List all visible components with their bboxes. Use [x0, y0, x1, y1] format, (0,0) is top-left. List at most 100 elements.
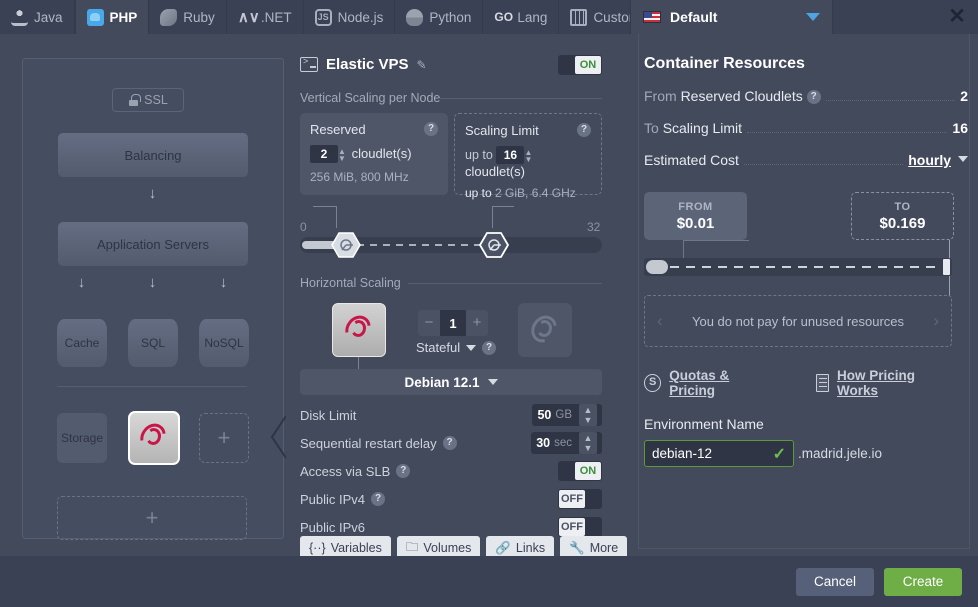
- arrow-down-icon: ↓: [148, 185, 157, 202]
- slider-handle-reserved[interactable]: [331, 232, 361, 258]
- option-value: 50: [537, 408, 552, 422]
- help-icon[interactable]: ?: [442, 436, 457, 450]
- node-count-value: 1: [449, 315, 457, 331]
- os-version-label: Debian 12.1: [404, 374, 480, 390]
- help-icon[interactable]: ?: [371, 492, 386, 506]
- disk-limit-stepper[interactable]: 50 GB ▲ ▼: [532, 404, 602, 426]
- scaling-limit-card[interactable]: Scaling Limit ? up to 16 ▲ ▼ cloudlet(s) u…: [454, 113, 602, 200]
- quotas-and-pricing-link[interactable]: S Quotas & Pricing: [644, 368, 774, 398]
- node-instance-placeholder[interactable]: [518, 303, 572, 357]
- option-public-ipv4[interactable]: Public IPv4 ? OFF: [300, 486, 602, 512]
- option-restart-delay[interactable]: Sequential restart delay ? 30 sec ▲ ▼: [300, 430, 602, 456]
- debian-logo-icon: [526, 310, 562, 348]
- document-icon: [815, 374, 830, 392]
- option-disk-limit[interactable]: Disk Limit 50 GB ▲ ▼: [300, 402, 602, 428]
- reserved-value-row[interactable]: 2 ▲ ▼ cloudlet(s): [310, 145, 438, 163]
- region-tab-default[interactable]: Default: [630, 0, 833, 34]
- restart-delay-stepper[interactable]: 30 sec ▲ ▼: [531, 432, 602, 454]
- power-toggle[interactable]: ON: [558, 55, 602, 78]
- help-icon[interactable]: ?: [482, 340, 497, 355]
- tab-php[interactable]: PHP: [74, 0, 150, 34]
- pencil-icon[interactable]: ✎: [417, 58, 430, 72]
- add-layer-button[interactable]: +: [57, 496, 247, 540]
- stepper-arrows-icon[interactable]: ▲ ▼: [579, 404, 597, 426]
- option-label: Access via SLB ?: [300, 464, 558, 479]
- close-icon[interactable]: ✕: [946, 6, 968, 29]
- layer-sql[interactable]: SQL: [128, 319, 178, 367]
- cost-range-slider[interactable]: [644, 258, 952, 276]
- tab-dotnet[interactable]: ∧∨ .NET: [227, 0, 304, 34]
- stateful-dropdown[interactable]: Stateful ?: [416, 340, 497, 355]
- chevron-down-icon[interactable]: [958, 156, 968, 162]
- scaling-limit-value-row[interactable]: up to 16 ▲ ▼ cloudlet(s): [465, 146, 591, 179]
- cloudlet-range-slider[interactable]: [300, 232, 602, 258]
- node-header: Elastic VPS ✎: [300, 56, 430, 73]
- node-count-stepper[interactable]: − 1 +: [418, 310, 488, 336]
- stepper-arrows-icon[interactable]: ▲ ▼: [338, 147, 348, 162]
- cancel-button[interactable]: Cancel: [796, 567, 874, 596]
- layer-nosql[interactable]: NoSQL: [199, 319, 249, 367]
- layer-balancing[interactable]: Balancing: [58, 133, 248, 177]
- tab-ruby[interactable]: Ruby: [149, 0, 227, 34]
- help-icon[interactable]: ?: [577, 123, 591, 137]
- option-access-via-slb[interactable]: Access via SLB ? ON: [300, 458, 602, 484]
- section-divider: [408, 283, 602, 284]
- slider-handle-high[interactable]: [943, 259, 950, 275]
- check-icon: ✓: [772, 445, 786, 463]
- billing-period-value[interactable]: hourly: [908, 152, 951, 168]
- option-label: Public IPv4 ?: [300, 492, 558, 507]
- ipv6-toggle[interactable]: OFF: [558, 517, 602, 537]
- tab-label: Python: [429, 9, 472, 25]
- chevron-down-icon[interactable]: [806, 13, 820, 21]
- dialog-footer: Cancel Create: [0, 556, 978, 607]
- add-node-button[interactable]: +: [199, 413, 249, 463]
- tab-nodejs[interactable]: JS Node.js: [304, 0, 396, 34]
- price-caption: TO: [894, 200, 911, 213]
- slider-handle-low[interactable]: [646, 260, 668, 274]
- environment-name-row: debian-12 ✓ .madrid.jele.io: [644, 440, 882, 467]
- tab-label: Node.js: [337, 9, 384, 25]
- slider-max-label: 32: [587, 220, 601, 234]
- slider-handle-limit[interactable]: [479, 232, 509, 258]
- php-elephant-icon: [86, 8, 104, 26]
- button-label: Variables: [330, 541, 382, 555]
- ssl-label: SSL: [144, 93, 168, 107]
- ipv4-toggle[interactable]: OFF: [558, 489, 602, 509]
- chevron-down-icon[interactable]: [487, 379, 498, 385]
- stepper-arrows-icon[interactable]: ▲ ▼: [579, 432, 597, 454]
- row-label: To Scaling Limit: [644, 120, 743, 136]
- environment-name-input[interactable]: debian-12 ✓: [644, 440, 794, 467]
- os-version-dropdown[interactable]: Debian 12.1: [300, 369, 602, 395]
- carousel-next-icon[interactable]: ›: [933, 311, 939, 331]
- help-icon[interactable]: ?: [424, 122, 438, 136]
- tab-java[interactable]: Java: [0, 0, 75, 34]
- how-pricing-works-link[interactable]: How Pricing Works: [815, 368, 954, 398]
- row-value: 2: [960, 88, 968, 104]
- dotnet-icon: ∧∨: [237, 8, 260, 26]
- row-estimated-cost: Estimated Cost hourly: [644, 152, 968, 174]
- stepper-arrows-icon[interactable]: ▲ ▼: [524, 148, 534, 163]
- layer-storage[interactable]: Storage: [57, 413, 107, 463]
- selection-pointer-icon: [270, 416, 286, 458]
- help-icon[interactable]: ?: [396, 464, 411, 478]
- environment-name-label: Environment Name: [644, 416, 764, 432]
- layer-cache[interactable]: Cache: [57, 319, 107, 367]
- decrement-button[interactable]: −: [418, 310, 440, 336]
- increment-button[interactable]: +: [466, 310, 488, 336]
- node-instance-active[interactable]: [332, 303, 386, 357]
- scaling-limit-value[interactable]: 16: [496, 146, 525, 164]
- create-button[interactable]: Create: [884, 567, 962, 596]
- layer-debian-selected[interactable]: [128, 411, 180, 465]
- reserved-card[interactable]: Reserved ? 2 ▲ ▼ cloudlet(s) 256 MiB, 800 …: [300, 113, 448, 195]
- tab-python[interactable]: Python: [395, 0, 484, 34]
- option-value: 30: [536, 436, 551, 450]
- layer-application-servers[interactable]: Application Servers: [58, 222, 248, 266]
- chevron-down-icon[interactable]: [466, 344, 477, 351]
- price-amount: $0.169: [879, 214, 926, 232]
- slb-toggle[interactable]: ON: [558, 461, 602, 481]
- ssl-badge[interactable]: SSL: [112, 88, 184, 112]
- carousel-prev-icon[interactable]: ‹: [657, 311, 663, 331]
- help-icon[interactable]: ?: [806, 90, 821, 105]
- reserved-value[interactable]: 2: [310, 145, 338, 163]
- tab-go-lang[interactable]: GO Lang: [483, 0, 560, 34]
